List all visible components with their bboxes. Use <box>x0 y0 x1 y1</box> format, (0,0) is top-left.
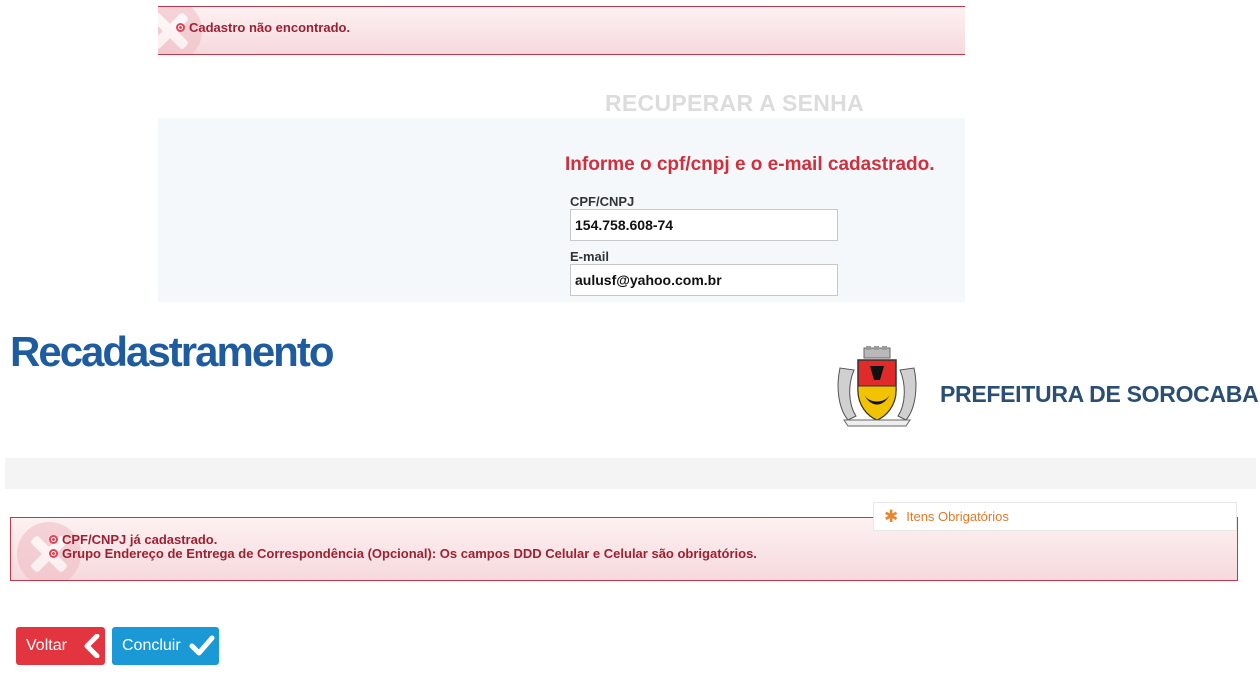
error-text: Grupo Endereço de Entrega de Correspondê… <box>62 546 757 561</box>
menu-bar <box>5 458 1256 489</box>
city-coat-of-arms-icon <box>837 346 917 427</box>
chevron-left-icon <box>84 634 100 658</box>
email-label: E-mail <box>570 249 610 264</box>
recover-password-panel <box>158 118 965 302</box>
cpf-label: CPF/CNPJ <box>570 194 635 209</box>
back-button-label: Voltar <box>26 637 67 654</box>
required-items-legend: ✱ Itens Obrigatórios <box>873 502 1237 531</box>
error-bullet-icon <box>49 535 58 544</box>
municipality-name: PREFEITURA DE SOROCABA <box>940 381 1259 407</box>
done-button[interactable]: Concluir <box>112 627 219 665</box>
error-bullet-icon <box>49 549 58 558</box>
cpf-input[interactable] <box>570 209 838 241</box>
email-input[interactable] <box>570 264 838 296</box>
recover-instruction: Informe o cpf/cnpj e o e-mail cadastrado… <box>565 154 935 175</box>
back-button[interactable]: Voltar <box>16 627 105 665</box>
top-error-banner: Cadastro não encontrado. <box>158 6 965 55</box>
checkmark-icon <box>189 635 215 656</box>
top-error-text: Cadastro não encontrado. <box>189 20 351 35</box>
top-error-line: Cadastro não encontrado. <box>176 20 350 35</box>
error-line: CPF/CNPJ já cadastrado. <box>49 532 217 547</box>
error-bullet-icon <box>176 23 185 32</box>
done-button-label: Concluir <box>122 637 181 654</box>
asterisk-icon: ✱ <box>884 507 899 526</box>
recover-password-title: RECUPERAR A SENHA <box>605 90 864 116</box>
required-items-label: Itens Obrigatórios <box>906 509 1009 524</box>
error-text: CPF/CNPJ já cadastrado. <box>62 532 218 547</box>
recadastramento-logo: Recadastramento <box>10 328 334 375</box>
error-line: Grupo Endereço de Entrega de Correspondê… <box>49 546 757 561</box>
